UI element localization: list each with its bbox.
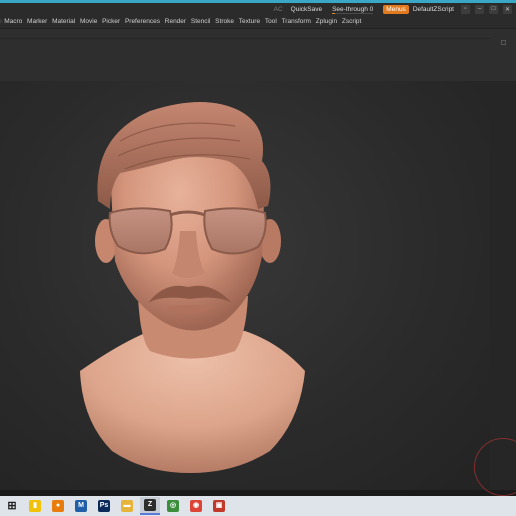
start-icon[interactable]: ⊞ [2,497,22,515]
window-icons: ▫ – □ ✕ [461,4,512,14]
quicksave-button[interactable]: QuickSave [291,6,322,13]
ac-button[interactable]: AC [274,6,283,13]
menu-stencil[interactable]: Stencil [188,18,212,25]
menu-preferences[interactable]: Preferences [123,18,163,25]
left-lens [108,207,173,255]
menu-render[interactable]: Render [162,18,188,25]
menus-button[interactable]: Menus [383,4,409,14]
file-explorer-icon[interactable]: ▮ [25,497,45,515]
chrome-icon[interactable]: ◉ [186,497,206,515]
menu-material[interactable]: Material [50,18,78,25]
menu-macro[interactable]: Macro [2,18,25,25]
menu-movie[interactable]: Movie [78,18,100,25]
menu-zscript[interactable]: Zscript [339,18,363,25]
default-zscript-button[interactable]: DefaultZScript [413,6,454,13]
close-icon[interactable]: ✕ [503,4,512,14]
main-menu-bar: ı Macro Marker Material Movie Picker Preferen… [0,14,516,28]
maximize-icon[interactable]: □ [489,4,498,14]
document-canvas[interactable] [0,81,490,490]
menu-stroke[interactable]: Stroke [213,18,237,25]
minimize-icon[interactable]: – [475,4,484,14]
photoshop-icon[interactable]: Ps [94,497,114,515]
shelf-toggle-icon[interactable] [501,40,506,45]
marvelous-icon[interactable]: M [71,497,91,515]
zip-icon[interactable]: ▣ [209,497,229,515]
menu-picker[interactable]: Picker [100,18,123,25]
menu-tool[interactable]: Tool [262,18,279,25]
shelf-divider [0,38,490,39]
right-lens [203,207,267,255]
folder-icon[interactable]: ▬ [117,497,137,515]
right-shelf [490,81,516,490]
chrome-like-icon[interactable]: ◎ [163,497,183,515]
menu-marker[interactable]: Marker [25,18,50,25]
menu-zplugin[interactable]: Zplugin [313,18,339,25]
menu-texture[interactable]: Texture [236,18,262,25]
menu-transform[interactable]: Transform [279,18,313,25]
see-through-label: See-through 0 [332,5,374,13]
top-shelf [0,28,516,81]
sculpt-model [80,102,305,473]
zbrush-icon[interactable]: Z [140,497,160,515]
blender-icon[interactable]: ● [48,497,68,515]
restore-icon[interactable]: ▫ [461,4,470,14]
see-through-slider[interactable]: See-through 0 [332,5,374,15]
windows-taskbar: ⊞ ▮ ● M Ps ▬ Z ◎ ◉ ▣ [0,496,516,516]
